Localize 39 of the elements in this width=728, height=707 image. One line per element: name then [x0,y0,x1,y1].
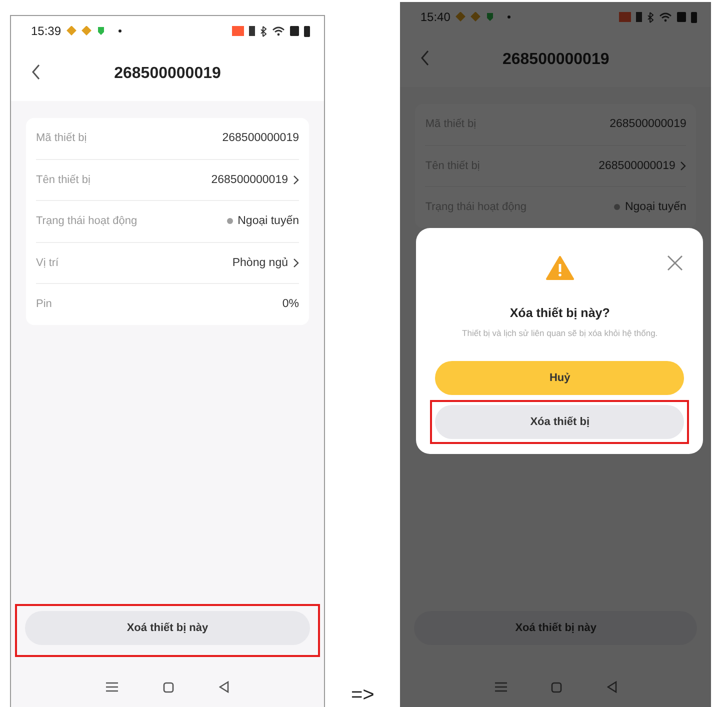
menu-icon[interactable] [106,682,118,692]
field-value[interactable]: 268500000019 [211,174,288,186]
status-time: 15:40 [420,10,450,24]
field-value[interactable]: Phòng ngủ [232,256,288,269]
home-icon[interactable] [163,682,174,692]
delete-device-button[interactable]: Xoá thiết bị này [25,611,310,645]
back-nav-icon[interactable] [219,681,229,693]
field-label: Vị trí [36,256,60,269]
cancel-button[interactable]: Huỷ [435,361,684,395]
chevron-right-icon [293,174,299,185]
field-label: Mã thiết bị [36,132,88,144]
field-value: 268500000019 [222,132,299,144]
field-value: Ngoại tuyến [238,215,299,228]
wifi-icon [659,12,672,22]
bluetooth-icon [647,12,654,22]
status-time: 15:39 [31,24,62,38]
notification-icons [66,26,124,36]
notification-icons [455,12,514,22]
close-icon[interactable] [667,255,684,271]
chevron-right-icon [293,258,299,268]
field-value: Ngoại tuyến [624,201,686,214]
field-value: 0% [282,298,299,310]
battery-icon [304,26,310,36]
field-label: Tên thiết bị [36,174,92,186]
field-value: 268500000019 [610,118,686,130]
battery-icon [691,12,698,22]
warning-icon [546,256,574,280]
transition-arrow: => [351,684,374,707]
page-title: 268500000019 [502,50,610,68]
bluetooth-icon [260,26,267,36]
dialog-message: Thiết bị và lịch sử liên quan sẽ bị xóa khỏi hệ thống. [462,328,658,338]
wifi-icon [272,26,285,36]
dialog-title: Xóa thiết bị này? [510,306,610,320]
confirm-delete-button[interactable]: Xóa thiết bị [435,405,684,439]
field-label: Trạng thái hoạt động [36,215,138,228]
back-icon[interactable] [31,64,41,80]
field-label: Pin [36,298,53,310]
chevron-right-icon [680,160,686,171]
page-title: 268500000019 [114,64,221,82]
